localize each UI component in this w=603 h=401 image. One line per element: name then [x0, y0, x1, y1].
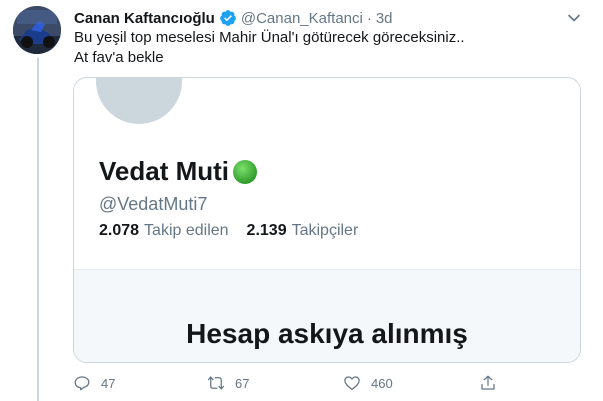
retweet-count: 67 — [235, 375, 250, 391]
tweet-actions: 47 67 460 — [73, 374, 503, 394]
verified-badge-icon — [219, 10, 236, 26]
profile-handle: @VedatMuti7 — [99, 194, 208, 214]
suspended-banner: Hesap askıya alınmış — [74, 269, 580, 362]
reply-count: 47 — [101, 375, 116, 391]
thread-line — [37, 58, 39, 401]
share-icon — [481, 375, 495, 390]
profile-name-text: Vedat Muti — [99, 156, 230, 186]
profile-section: Vedat Muti @VedatMuti7 2.078 Takip edile… — [74, 78, 580, 269]
embedded-profile-image[interactable]: Vedat Muti @VedatMuti7 2.078 Takip edile… — [73, 77, 581, 363]
retweet-icon — [207, 376, 225, 390]
profile-name: Vedat Muti — [99, 156, 259, 187]
suspended-text: Hesap askıya alınmış — [186, 318, 468, 349]
tweet-text-line: At fav'a bekle — [74, 49, 164, 66]
avatar[interactable] — [13, 6, 61, 54]
author-handle[interactable]: @Canan_Kaftanci — [241, 10, 363, 27]
followers-count: 2.139 — [246, 222, 287, 239]
retweet-button[interactable]: 67 — [207, 374, 249, 392]
share-button[interactable] — [479, 374, 497, 392]
tweet-text-line: Bu yeşil top meselesi Mahir Ünal'ı götür… — [74, 29, 465, 46]
reply-icon — [74, 376, 90, 391]
like-count: 460 — [371, 375, 393, 391]
profile-stats: 2.078 Takip edilen 2.139 Takipçiler — [99, 222, 376, 240]
tweet-header: Canan Kaftancıoğlu @Canan_Kaftanci · 3d — [74, 8, 393, 28]
chevron-down-icon[interactable] — [566, 10, 582, 26]
author-name[interactable]: Canan Kaftancıoğlu — [74, 10, 215, 27]
heart-icon — [344, 376, 360, 391]
green-circle-icon — [233, 159, 258, 184]
profile-picture-placeholder — [96, 78, 182, 124]
following-stat: 2.078 Takip edilen — [99, 222, 229, 240]
like-button[interactable]: 460 — [343, 374, 393, 392]
reply-button[interactable]: 47 — [73, 374, 115, 392]
tweet-timestamp[interactable]: 3d — [376, 10, 393, 27]
separator-dot: · — [366, 9, 372, 27]
followers-stat: 2.139 Takipçiler — [247, 222, 359, 240]
following-count: 2.078 — [99, 222, 140, 239]
tweet-text: Bu yeşil top meselesi Mahir Ünal'ı götür… — [74, 28, 574, 68]
followers-label: Takipçiler — [291, 222, 359, 239]
following-label: Takip edilen — [144, 222, 229, 239]
